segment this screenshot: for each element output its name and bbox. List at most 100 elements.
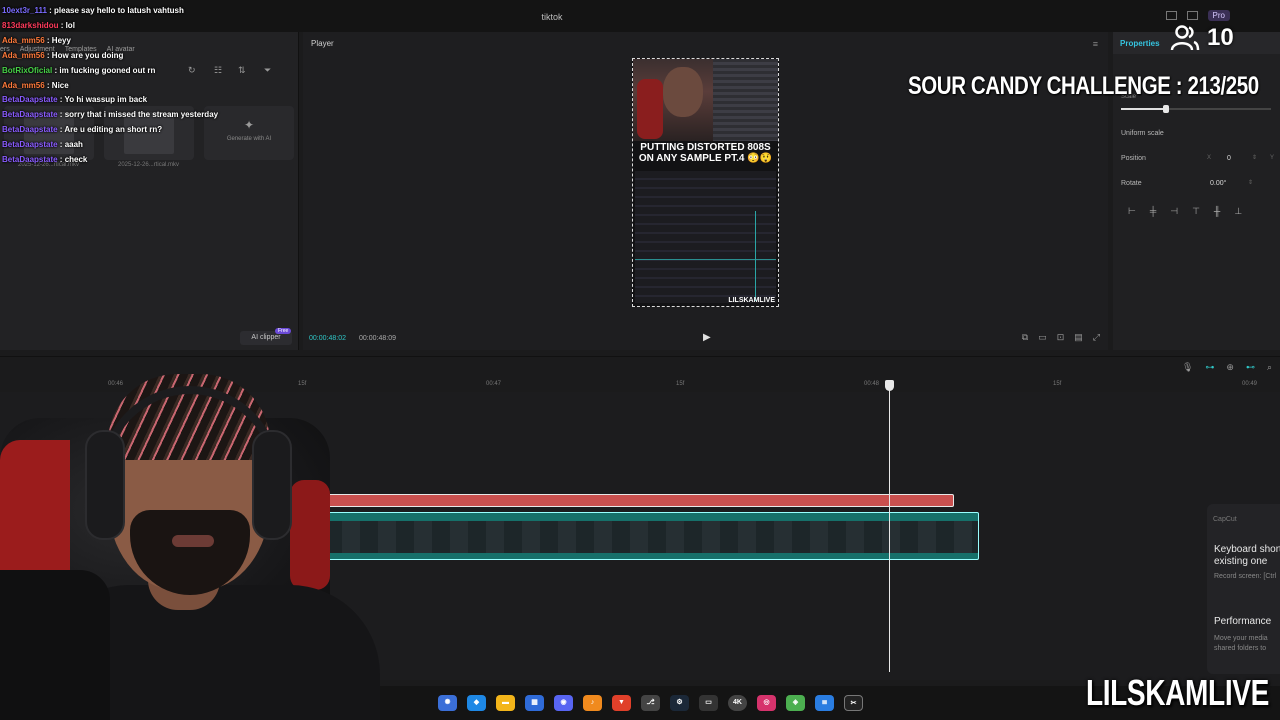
chat-message: Ada_mm56 : Heyy [2,34,302,49]
chat-text: : aaah [57,140,83,150]
pro-badge[interactable]: Pro [1207,10,1230,21]
align-left-icon[interactable]: ⊢ [1128,206,1136,217]
alignment-toolbar: ⊢ ╪ ⊣ ⊤ ╫ ⊥ [1128,206,1242,217]
preview-chair [637,79,663,139]
notepad-icon[interactable]: ≣ [815,695,834,711]
chat-text: : im fucking gooned out rn [52,65,156,75]
timeline-tools: 🎙 ⊶ ⊕ ⊷ ⌕ [1182,362,1272,373]
fullscreen-icon[interactable]: ⤢ [1093,332,1100,343]
brave-icon[interactable]: ▼ [612,695,631,711]
menu-icon[interactable]: ≡ [1093,39,1098,49]
ruler-label: 00:48 [864,381,880,387]
streamer-lips [172,535,214,547]
notification-panel[interactable]: CapCut Keyboard shortcuts existing one R… [1207,504,1280,674]
timecode-total: 00:00:48:09 [359,335,396,342]
ruler-label: 15f [1053,381,1062,387]
playhead[interactable] [885,380,894,672]
align-middle-icon[interactable]: ╫ [1214,206,1220,217]
ruler-label: 00:49 [1242,381,1258,387]
notification-sub-line1: Move your media [1214,635,1268,642]
chat-username: 813darkshidou [2,20,59,30]
position-label: Position [1121,155,1146,162]
chat-username: Ada_mm56 [2,35,45,45]
screen: tiktok Pro ers Adjustment Templates AI a… [0,0,1280,720]
microphone-icon[interactable]: 🎙 [1182,362,1193,373]
4k-downloader-icon[interactable]: 4K [728,695,747,711]
chat-text: : sorry that i missed the stream yesterd… [57,110,219,120]
chat-username: BetaDaapstate [2,140,58,150]
chat-message: BetaDaapstate : Yo hi wassup im back [2,93,302,108]
ratio-icon[interactable]: ▭ [1038,332,1047,343]
timecode-current: 00:00:48:02 [309,335,346,342]
chat-message: BetaDaapstate : sorry that i missed the … [2,108,302,123]
chat-message: Ada_mm56 : How are you doing [2,49,302,64]
channel-brand: LILSKAMLIVE [1086,672,1269,713]
chat-username: BetaDaapstate [2,155,58,165]
fl-studio-icon[interactable]: ♪ [583,695,602,711]
viewer-count-number: 10 [1207,24,1234,51]
align-bottom-icon[interactable]: ⊥ [1234,206,1242,217]
layout-icon[interactable] [1165,11,1177,20]
align-right-icon[interactable]: ⊣ [1170,206,1178,217]
discord-icon[interactable]: ◉ [554,695,573,711]
chat-message: BotRixOficial : im fucking gooned out rn [2,64,302,79]
playhead-handle[interactable] [885,380,894,391]
chat-message: Ada_mm56 : Nice [2,79,302,94]
focus-icon[interactable]: ⊡ [1057,332,1065,343]
git-icon[interactable]: ⎇ [641,695,660,711]
rotate-field[interactable]: 0.00° [1210,180,1226,187]
chat-text: : lol [58,20,75,30]
chat-username: BotRixOficial [2,65,53,75]
chat-message: 813darkshidou : lol [2,19,302,34]
notification-app: CapCut [1213,516,1237,523]
store-icon[interactable]: ▦ [525,695,544,711]
bubbles-icon[interactable]: ✺ [438,695,457,711]
steam-icon[interactable]: ⚙ [670,695,689,711]
chair-red-panel [290,480,330,590]
player-tools: ⧉ ▭ ⊡ ▤ ⤢ [1022,332,1100,343]
chat-text: : How are you doing [44,50,124,60]
position-x-field[interactable]: 0 [1227,155,1231,162]
link-icon[interactable]: ⊶ [1205,362,1214,373]
microphone [0,570,110,720]
rotate-label: Rotate [1121,180,1142,187]
preview-caption: PUTTING DISTORTED 808S ON ANY SAMPLE PT.… [638,142,773,164]
restore-icon[interactable] [1186,11,1198,20]
align-center-icon[interactable]: ╪ [1150,206,1156,217]
chat-text: : Nice [44,80,69,90]
zoom-icon[interactable]: ⌕ [1267,362,1272,373]
notification-title-line2: existing one [1214,556,1268,567]
files-icon[interactable]: ▬ [496,695,515,711]
scale-slider[interactable] [1121,105,1271,113]
preview-daw [713,59,778,141]
headphone-left [85,430,125,540]
aspect-icon[interactable]: ▤ [1074,332,1083,343]
viewer-count: 10 [1170,24,1234,52]
play-icon[interactable]: ▶ [703,332,711,343]
chat-message: 10ext3r_111 : please say hello to latush… [2,4,302,19]
instagram-icon[interactable]: ◎ [757,695,776,711]
preview-axis-icon[interactable]: ⊷ [1246,362,1255,373]
chat-text: : please say hello to latush vahtush [46,6,184,15]
crop-icon[interactable]: ⧉ [1022,332,1028,343]
notification-title-2: Performance [1214,616,1272,627]
snap-icon[interactable]: ⊕ [1226,362,1234,373]
copilot-icon[interactable]: ◆ [467,695,486,711]
scale-slider-knob[interactable] [1163,105,1169,113]
notification-title: Keyboard shortcuts existing one [1214,544,1280,568]
video-preview[interactable]: PUTTING DISTORTED 808S ON ANY SAMPLE PT.… [632,58,779,307]
stepper-icon[interactable]: ⇕ [1248,179,1253,186]
free-badge: Free [275,328,292,334]
chat-username: 10ext3r_111 [2,6,47,15]
capcut-icon[interactable]: ✂ [844,695,863,711]
chat-username: Ada_mm56 [2,80,45,90]
chat-username: BetaDaapstate [2,125,58,135]
cpu-icon[interactable]: ▭ [699,695,718,711]
stream-chat-overlay: 10ext3r_111 : please say hello to latush… [2,4,302,168]
layers-icon[interactable]: ◈ [786,695,805,711]
tab-properties[interactable]: Properties [1120,39,1160,48]
window-controls: Pro [1165,10,1280,21]
chat-username: BetaDaapstate [2,110,58,120]
align-top-icon[interactable]: ⊤ [1192,206,1200,217]
stepper-icon[interactable]: ⇕ [1252,154,1257,161]
